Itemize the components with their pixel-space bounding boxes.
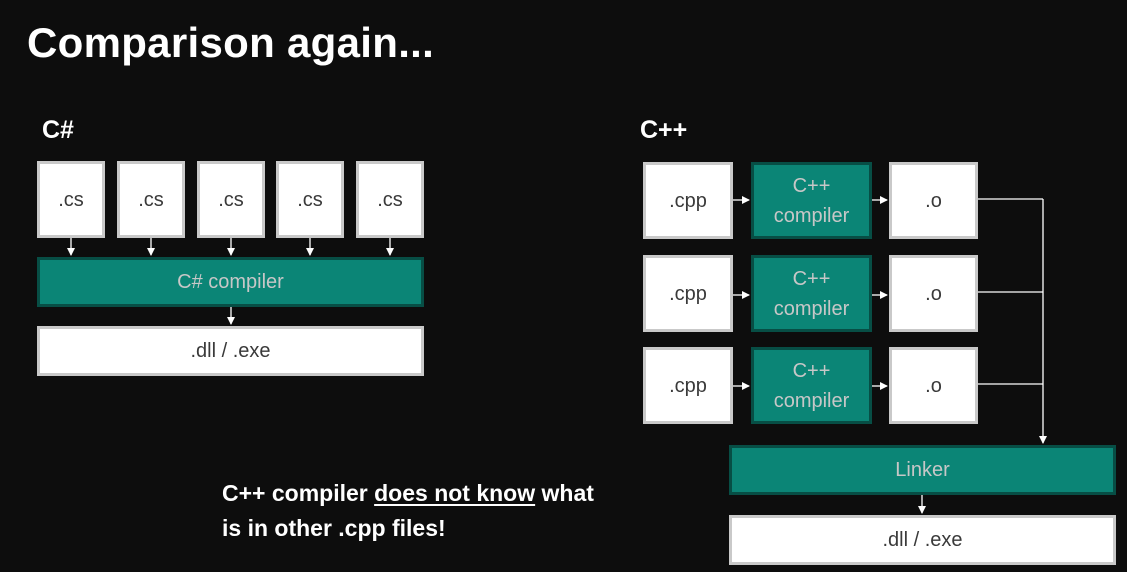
- cs-file-box: .cs: [197, 161, 265, 238]
- object-file-box: .o: [889, 347, 978, 424]
- note-emphasis: does not know: [374, 480, 536, 506]
- cpp-compiler-box: C++ compiler: [751, 255, 872, 332]
- slide-title: Comparison again...: [27, 19, 435, 66]
- csharp-output-box: .dll / .exe: [37, 326, 424, 376]
- cs-file-box: .cs: [117, 161, 185, 238]
- note-text: C++ compiler does not know what is in ot…: [222, 476, 594, 546]
- csharp-compiler-box: C# compiler: [37, 257, 424, 307]
- cpp-output-box: .dll / .exe: [729, 515, 1116, 565]
- cpp-label: C++: [640, 116, 688, 144]
- note-text-part: C++ compiler: [222, 480, 375, 506]
- cs-file-box: .cs: [356, 161, 424, 238]
- cs-file-box: .cs: [276, 161, 344, 238]
- linker-box: Linker: [729, 445, 1116, 495]
- cpp-file-box: .cpp: [643, 255, 733, 332]
- cs-file-box: .cs: [37, 161, 105, 238]
- cpp-compiler-box: C++ compiler: [751, 162, 872, 239]
- note-text-part: what: [535, 480, 594, 506]
- object-file-box: .o: [889, 162, 978, 239]
- note-line-1: C++ compiler does not know what: [222, 476, 594, 511]
- cpp-file-box: .cpp: [643, 347, 733, 424]
- cpp-file-box: .cpp: [643, 162, 733, 239]
- note-line-2: is in other .cpp files!: [222, 515, 446, 541]
- csharp-label: C#: [42, 116, 74, 144]
- object-file-box: .o: [889, 255, 978, 332]
- cpp-compiler-box: C++ compiler: [751, 347, 872, 424]
